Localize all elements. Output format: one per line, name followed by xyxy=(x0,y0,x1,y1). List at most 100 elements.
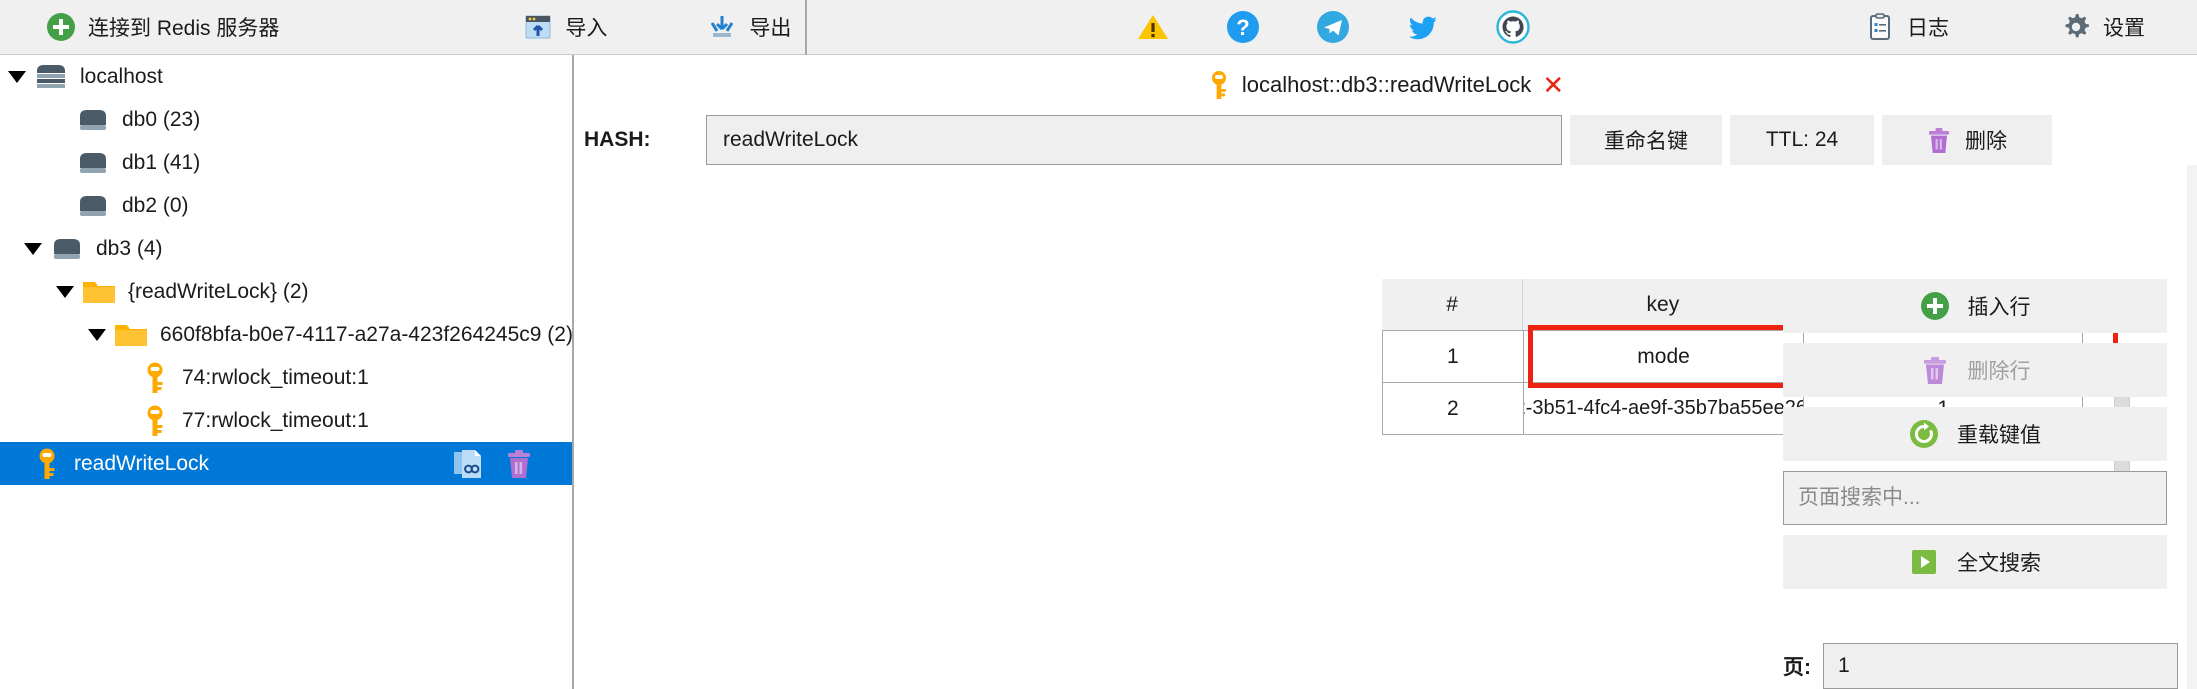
database-icon xyxy=(76,106,110,134)
window-body: localhost db0 (23) db1 (41) db2 (0) db3 … xyxy=(0,55,2197,689)
tree-item-key-74-rwlock-timeout[interactable]: 74:rwlock_timeout:1 xyxy=(0,356,572,399)
key-value-panel: localhost::db3::readWriteLock ✕ HASH: 重命… xyxy=(574,55,2197,689)
pager-label: 页: xyxy=(1783,656,1811,679)
key-type-label: HASH: xyxy=(584,128,651,151)
column-header-key[interactable]: key xyxy=(1523,279,1804,331)
copy-key-icon[interactable] xyxy=(452,448,482,480)
delete-key-button[interactable]: 删除 xyxy=(1882,115,2052,165)
delete-key-icon[interactable] xyxy=(504,448,534,480)
pager-input[interactable] xyxy=(1823,643,2178,689)
log-button[interactable]: 日志 xyxy=(1859,12,1955,42)
settings-label: 设置 xyxy=(2103,17,2145,40)
connect-label: 连接到 Redis 服务器 xyxy=(88,17,280,40)
twitter-icon[interactable] xyxy=(1406,10,1440,44)
help-icon[interactable]: ? xyxy=(1226,10,1260,44)
value-actions-panel: 插入行 删除行 重载键值 页面搜索中... 全文搜索 页: 1 xyxy=(1783,279,2197,689)
reload-icon xyxy=(1909,419,1939,449)
close-icon[interactable]: ✕ xyxy=(1542,72,1564,98)
server-icon xyxy=(34,63,68,91)
insert-row-button[interactable]: 插入行 xyxy=(1783,279,2167,333)
key-title-text: localhost::db3::readWriteLock xyxy=(1241,72,1532,97)
connect-to-redis-server-button[interactable]: 连接到 Redis 服务器 xyxy=(40,0,285,54)
svg-text:?: ? xyxy=(1236,15,1249,40)
insert-row-label: 插入行 xyxy=(1967,296,2031,319)
folder-icon xyxy=(82,278,116,305)
tree-label: db0 (23) xyxy=(122,107,201,131)
tree-label: readWriteLock xyxy=(74,451,210,475)
database-icon xyxy=(76,192,110,220)
import-icon xyxy=(523,12,553,42)
delete-row-button[interactable]: 删除行 xyxy=(1783,343,2167,397)
tree-item-key-77-rwlock-timeout[interactable]: 77:rwlock_timeout:1 xyxy=(0,399,572,442)
github-icon[interactable] xyxy=(1496,10,1530,44)
export-label: 导出 xyxy=(749,17,792,40)
tree-row-actions xyxy=(452,442,534,485)
key-icon xyxy=(142,405,168,437)
key-icon xyxy=(1207,70,1231,100)
column-header-index[interactable]: # xyxy=(1382,279,1524,331)
cell-key[interactable]: 452-3b51-4fc4-ae9f-35b7ba55ee26:74 xyxy=(1522,382,1805,435)
key-name-input[interactable] xyxy=(706,115,1562,165)
pager: 页: xyxy=(1783,643,2178,689)
database-icon xyxy=(50,235,84,263)
chevron-down-icon[interactable] xyxy=(88,328,106,341)
rename-key-button[interactable]: 重命名键 xyxy=(1570,115,1722,165)
tree-item-db1[interactable]: db1 (41) xyxy=(0,141,572,184)
tree-label: db2 (0) xyxy=(122,193,189,217)
toolbar-center-group: ? xyxy=(807,10,1859,44)
chevron-down-icon[interactable] xyxy=(8,70,26,83)
tree-label: 660f8bfa-b0e7-4117-a27a-423f264245c9 (2) xyxy=(160,322,573,346)
import-button[interactable]: 导入 xyxy=(517,0,613,54)
toolbar-left-group: 连接到 Redis 服务器 导入 导出 xyxy=(0,0,805,54)
key-tree-sidebar[interactable]: localhost db0 (23) db1 (41) db2 (0) db3 … xyxy=(0,55,574,689)
reload-value-button[interactable]: 重载键值 xyxy=(1783,407,2167,461)
chevron-down-icon[interactable] xyxy=(24,242,42,255)
database-icon xyxy=(76,149,110,177)
tree-item-db0[interactable]: db0 (23) xyxy=(0,98,572,141)
warning-icon[interactable] xyxy=(1136,10,1170,44)
redis-desktop-manager-window: 连接到 Redis 服务器 导入 导出 ? 日志 设置 localhost db… xyxy=(0,0,2197,689)
trash-icon xyxy=(1927,127,1951,154)
log-label: 日志 xyxy=(1907,17,1949,40)
main-toolbar: 连接到 Redis 服务器 导入 导出 ? 日志 设置 xyxy=(0,0,2197,55)
trash-icon xyxy=(1920,355,1950,385)
page-search-input[interactable] xyxy=(1783,471,2167,525)
reload-label: 重载键值 xyxy=(1957,424,2041,447)
plus-circle-icon xyxy=(1920,291,1950,321)
tree-label: db3 (4) xyxy=(96,236,163,260)
folder-icon xyxy=(114,321,148,348)
clipboard-log-icon xyxy=(1865,12,1895,42)
tree-label: localhost xyxy=(80,64,163,88)
full-text-search-label: 全文搜索 xyxy=(1957,552,2041,575)
settings-button[interactable]: 设置 xyxy=(2055,12,2151,42)
tree-item-db3[interactable]: db3 (4) xyxy=(0,227,572,270)
ttl-button[interactable]: TTL: 24 xyxy=(1730,115,1874,165)
tree-item-readwritelock-namespace[interactable]: {readWriteLock} (2) xyxy=(0,270,572,313)
tree-label: 77:rwlock_timeout:1 xyxy=(182,408,369,432)
key-tab-title: localhost::db3::readWriteLock ✕ xyxy=(574,55,2197,109)
play-icon xyxy=(1909,547,1939,577)
cell-index: 2 xyxy=(1382,382,1524,435)
export-icon xyxy=(707,12,737,42)
tree-item-uuid-namespace[interactable]: 660f8bfa-b0e7-4117-a27a-423f264245c9 (2) xyxy=(0,313,572,356)
full-text-search-button[interactable]: 全文搜索 xyxy=(1783,535,2167,589)
export-button[interactable]: 导出 xyxy=(701,0,797,54)
key-header-row: HASH: 重命名键 TTL: 24 删除 xyxy=(574,115,2197,165)
tree-label: db1 (41) xyxy=(122,150,201,174)
delete-row-label: 删除行 xyxy=(1967,360,2031,383)
chevron-down-icon[interactable] xyxy=(56,285,74,298)
tree-item-db2[interactable]: db2 (0) xyxy=(0,184,572,227)
toolbar-right-group: 日志 设置 xyxy=(1859,12,2197,42)
tree-label: {readWriteLock} (2) xyxy=(128,279,309,303)
tree-label: 74:rwlock_timeout:1 xyxy=(182,365,369,389)
tree-item-key-readwritelock[interactable]: readWriteLock xyxy=(0,442,572,485)
cell-key[interactable]: mode xyxy=(1522,330,1805,383)
tree-item-localhost[interactable]: localhost xyxy=(0,55,572,98)
cell-index: 1 xyxy=(1382,330,1524,383)
delete-key-label: 删除 xyxy=(1965,130,2007,153)
key-icon xyxy=(142,362,168,394)
telegram-icon[interactable] xyxy=(1316,10,1350,44)
main-vertical-scrollbar[interactable] xyxy=(2187,165,2197,689)
gear-icon xyxy=(2061,12,2091,42)
import-label: 导入 xyxy=(565,17,608,40)
